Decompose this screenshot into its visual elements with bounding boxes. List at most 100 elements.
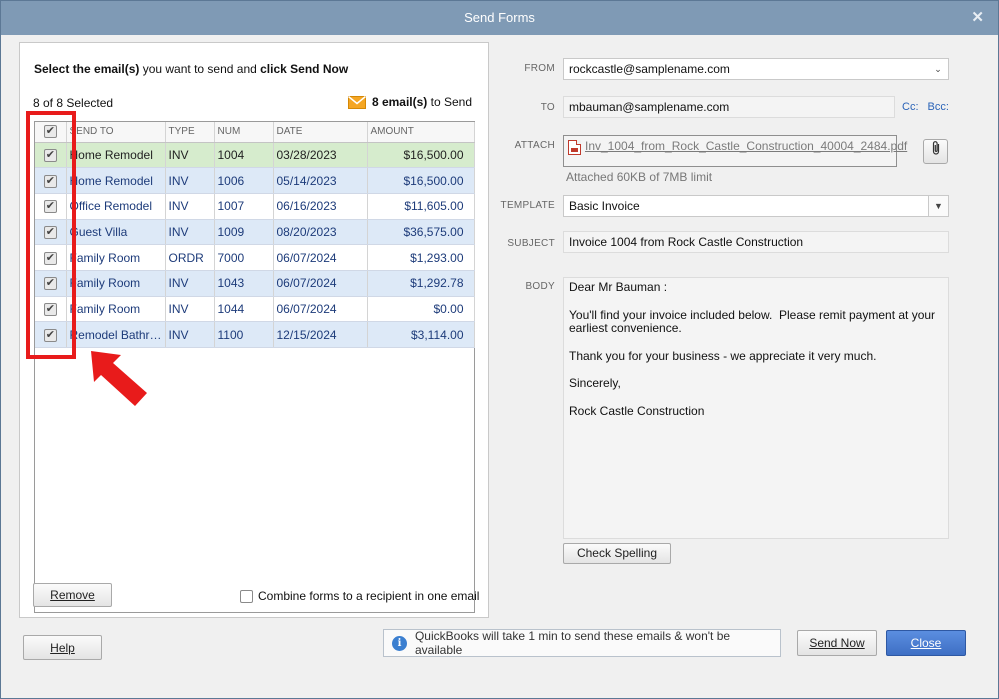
table-row[interactable]: Family RoomINV104306/07/2024$1,292.78 [35, 270, 475, 297]
table-row[interactable]: Office RemodelINV100706/16/2023$11,605.0… [35, 193, 475, 220]
cell-type: ORDR [165, 244, 215, 271]
cell-type: INV [165, 270, 215, 297]
cell-num: 1007 [214, 193, 274, 220]
cc-link[interactable]: Cc: [902, 101, 919, 113]
attachment-box: Inv_1004_from_Rock_Castle_Construction_4… [563, 135, 907, 167]
row-checkbox[interactable] [43, 328, 57, 342]
window-title: Send Forms [464, 10, 535, 25]
cell-send-to: Remodel Bathr… [66, 321, 166, 348]
send-now-button[interactable]: Send Now [797, 630, 877, 656]
table-row[interactable]: Family RoomORDR700006/07/2024$1,293.00 [35, 244, 475, 271]
send-info-bar: i QuickBooks will take 1 min to send the… [383, 629, 781, 657]
template-label: TEMPLATE [500, 200, 555, 211]
emails-count: 8 email(s) [371, 95, 428, 109]
to-value: mbauman@samplename.com [569, 100, 730, 114]
row-checkbox[interactable] [43, 148, 57, 162]
col-type[interactable]: TYPE [165, 122, 215, 143]
table-row[interactable]: Home RemodelINV100403/28/2023$16,500.00 [35, 142, 475, 169]
recipient-panel: Select the email(s) you want to send and… [19, 42, 489, 618]
emails-to-send: 8 email(s) to Send [347, 95, 472, 109]
cc-bcc-links: Cc: Bcc: [902, 101, 949, 113]
row-checkbox[interactable] [43, 199, 57, 214]
row-checkbox-cell[interactable] [35, 296, 67, 323]
attach-label: ATTACH [514, 140, 555, 151]
remove-button[interactable]: Remove [33, 583, 112, 607]
check-spelling-button[interactable]: Check Spelling [563, 543, 671, 564]
selected-count: 8 of 8 Selected [33, 96, 114, 110]
instruction-text: Select the email(s) you want to send and… [34, 62, 348, 76]
row-checkbox-cell[interactable] [35, 193, 67, 220]
row-checkbox-cell[interactable] [35, 219, 67, 246]
to-label: TO [540, 102, 555, 113]
row-checkbox[interactable] [43, 174, 57, 188]
body-paragraph-2: Thank you for your business - we appreci… [569, 348, 877, 363]
cell-date: 03/28/2023 [273, 142, 368, 169]
cell-amount: $1,292.78 [367, 270, 475, 297]
row-checkbox[interactable] [43, 276, 57, 291]
row-checkbox-cell[interactable] [35, 142, 67, 169]
cell-amount: $16,500.00 [367, 167, 475, 194]
to-field[interactable]: mbauman@samplename.com [563, 96, 895, 118]
row-checkbox-cell[interactable] [35, 270, 67, 297]
pdf-file-icon [568, 140, 581, 155]
table-row[interactable]: Family RoomINV104406/07/2024$0.00 [35, 296, 475, 323]
combine-forms-option[interactable]: Combine forms to a recipient in one emai… [240, 589, 479, 603]
cell-num: 1009 [214, 219, 274, 246]
col-send-to[interactable]: SEND TO [66, 122, 166, 143]
cell-num: 1006 [214, 167, 274, 194]
row-checkbox[interactable] [43, 302, 57, 317]
cell-date: 06/07/2024 [273, 244, 368, 271]
body-paragraph-4: Rock Castle Construction [569, 403, 705, 418]
dropdown-arrow-icon[interactable]: ▼ [928, 196, 948, 216]
select-all-checkbox[interactable] [43, 124, 57, 139]
cell-amount: $36,575.00 [367, 219, 475, 246]
cell-amount: $1,293.00 [367, 244, 475, 271]
col-num[interactable]: NUM [214, 122, 274, 143]
template-dropdown[interactable]: Basic Invoice ▼ [563, 195, 949, 217]
table-row[interactable]: Home RemodelINV100605/14/2023$16,500.00 [35, 167, 475, 194]
from-dropdown[interactable]: rockcastle@samplename.com ⌄ [563, 58, 949, 80]
send-list-table: SEND TO TYPE NUM DATE AMOUNT Home Remode… [34, 121, 475, 613]
title-bar: Send Forms ✕ [1, 1, 998, 35]
table-row[interactable]: Guest VillaINV100908/20/2023$36,575.00 [35, 219, 475, 246]
subject-label: SUBJECT [507, 238, 555, 249]
body-paragraph-1: You'll find your invoice included below.… [569, 307, 939, 335]
combine-forms-checkbox[interactable] [240, 589, 253, 603]
cell-send-to: Office Remodel [66, 193, 166, 220]
cell-num: 1004 [214, 142, 274, 169]
cell-date: 12/15/2024 [273, 321, 368, 348]
instruction-bold-1: Select the email(s) [34, 62, 140, 76]
cell-date: 06/07/2024 [273, 296, 368, 323]
cell-send-to: Guest Villa [66, 219, 166, 246]
cell-date: 06/07/2024 [273, 270, 368, 297]
bcc-link[interactable]: Bcc: [928, 101, 949, 113]
template-value: Basic Invoice [569, 199, 640, 213]
chevron-down-icon[interactable]: ⌄ [928, 59, 948, 79]
attachment-link[interactable]: Inv_1004_from_Rock_Castle_Construction_4… [585, 139, 907, 153]
body-paragraph-3: Sincerely, [569, 376, 621, 390]
email-body-textarea[interactable]: Dear Mr Bauman : You'll find your invoic… [563, 277, 949, 539]
cell-type: INV [165, 321, 215, 348]
table-row[interactable]: Remodel Bathr…INV110012/15/2024$3,114.00 [35, 321, 475, 348]
help-label: Help [50, 640, 75, 655]
cell-amount: $0.00 [367, 296, 475, 323]
paperclip-icon[interactable] [923, 139, 948, 164]
close-button[interactable]: Close [886, 630, 966, 656]
help-button[interactable]: Help [23, 635, 102, 660]
row-checkbox[interactable] [43, 225, 57, 240]
instruction-mid: you want to send and [139, 62, 261, 76]
col-date[interactable]: DATE [273, 122, 368, 143]
envelope-icon [347, 95, 366, 109]
row-checkbox[interactable] [43, 251, 57, 265]
row-checkbox-cell[interactable] [35, 321, 67, 348]
select-all-header[interactable] [35, 122, 67, 143]
cell-type: INV [165, 142, 215, 169]
close-icon[interactable]: ✕ [971, 1, 984, 35]
cell-date: 05/14/2023 [273, 167, 368, 194]
col-amount[interactable]: AMOUNT [367, 122, 475, 143]
subject-value: Invoice 1004 from Rock Castle Constructi… [569, 235, 804, 249]
subject-field[interactable]: Invoice 1004 from Rock Castle Constructi… [563, 231, 949, 253]
row-checkbox-cell[interactable] [35, 167, 67, 194]
row-checkbox-cell[interactable] [35, 244, 67, 271]
body-label: BODY [525, 281, 555, 292]
